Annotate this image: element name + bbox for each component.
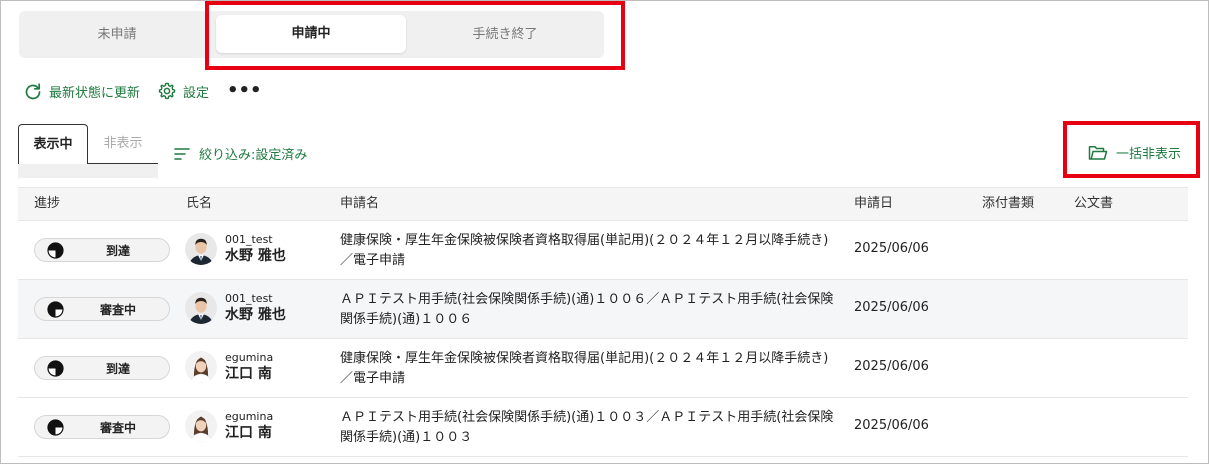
gear-icon bbox=[158, 82, 176, 100]
progress-pie-icon bbox=[47, 360, 64, 377]
person-cell: 001_test 水野 雅也 bbox=[185, 233, 286, 265]
visibility-tab-underbar bbox=[18, 164, 158, 178]
person-info: egumina 江口 南 bbox=[225, 351, 273, 383]
male-avatar-icon bbox=[185, 233, 217, 265]
table-row[interactable]: 到達 egumina 江口 南 健康保険・厚生年金保険被保険者資格取得届(単記用… bbox=[18, 339, 1188, 398]
tab-hidden[interactable]: 非表示 bbox=[88, 124, 158, 164]
refresh-button[interactable]: 最新状態に更新 bbox=[24, 82, 140, 101]
progress-cell: 到達 bbox=[34, 238, 170, 262]
user-name: 水野 雅也 bbox=[225, 248, 286, 264]
progress-cell: 審査中 bbox=[34, 297, 170, 321]
status-label: 審査中 bbox=[99, 420, 136, 435]
status-badge[interactable]: 到達 bbox=[34, 356, 170, 380]
table-header: 進捗 氏名 申請名 申請日 添付書類 公文書 bbox=[18, 187, 1188, 221]
application-date: 2025/06/06 bbox=[854, 359, 929, 374]
header-date: 申請日 bbox=[854, 196, 894, 211]
application-date: 2025/06/06 bbox=[854, 241, 929, 256]
application-date: 2025/06/06 bbox=[854, 300, 929, 315]
refresh-icon bbox=[25, 83, 41, 100]
application-name: 健康保険・厚生年金保険被保険者資格取得届(単記用)(２０２４年１２月以降手続き)… bbox=[340, 233, 829, 268]
status-label: 審査中 bbox=[99, 302, 136, 317]
status-badge[interactable]: 審査中 bbox=[34, 415, 170, 439]
male-avatar-icon bbox=[185, 292, 217, 324]
user-id: 001_test bbox=[225, 292, 273, 305]
status-label: 到達 bbox=[105, 243, 130, 258]
status-badge[interactable]: 到達 bbox=[34, 238, 170, 262]
status-label: 到達 bbox=[105, 361, 130, 376]
person-cell: 001_test 水野 雅也 bbox=[185, 292, 286, 324]
visibility-tab-group: 表示中 非表示 bbox=[18, 124, 158, 178]
settings-button[interactable]: 設定 bbox=[158, 82, 209, 101]
user-id: egumina bbox=[225, 410, 274, 423]
filter-label: 絞り込み:設定済み bbox=[199, 148, 308, 163]
progress-cell: 到達 bbox=[34, 356, 170, 380]
user-id: 001_test bbox=[225, 233, 273, 246]
tab-not-applied[interactable]: 未申請 bbox=[19, 11, 215, 58]
progress-cell: 審査中 bbox=[34, 415, 170, 439]
application-date: 2025/06/06 bbox=[854, 418, 929, 433]
progress-pie-icon bbox=[47, 301, 64, 318]
user-id: egumina bbox=[225, 351, 274, 364]
settings-label: 設定 bbox=[183, 85, 210, 101]
highlight-box-bulk-hide bbox=[1063, 121, 1200, 178]
table-row[interactable]: 到達 001_test 水野 雅也 健康保険・厚生年金保険被保険者資格取得届(単… bbox=[18, 221, 1188, 280]
filter-lines-icon bbox=[174, 147, 190, 160]
application-name: 健康保険・厚生年金保険被保険者資格取得届(単記用)(２０２４年１２月以降手続き)… bbox=[340, 351, 829, 386]
user-name: 江口 南 bbox=[225, 366, 272, 382]
header-progress: 進捗 bbox=[34, 196, 61, 211]
toolbar: 最新状態に更新 設定 ••• bbox=[24, 80, 262, 102]
person-info: 001_test 水野 雅也 bbox=[225, 233, 286, 265]
header-attachments: 添付書類 bbox=[982, 196, 1035, 211]
table-row[interactable]: 審査中 egumina 江口 南 ＡＰＩテスト用手続(社会保険関係手続)(通)１… bbox=[18, 398, 1188, 457]
refresh-label: 最新状態に更新 bbox=[49, 85, 141, 101]
status-badge[interactable]: 審査中 bbox=[34, 297, 170, 321]
avatar bbox=[185, 410, 217, 442]
female-avatar-icon bbox=[185, 351, 217, 383]
avatar bbox=[185, 292, 217, 324]
table-row[interactable]: 審査中 001_test 水野 雅也 ＡＰＩテスト用手続(社会保険関係手続)(通… bbox=[18, 280, 1188, 339]
application-list-screen: 未申請 申請中 手続き終了 最新状態に更新 設定 ••• 表示中 非表示 絞り込… bbox=[0, 0, 1209, 464]
person-cell: egumina 江口 南 bbox=[185, 410, 273, 442]
person-cell: egumina 江口 南 bbox=[185, 351, 273, 383]
progress-pie-icon bbox=[47, 242, 64, 259]
filter-button[interactable]: 絞り込み:設定済み bbox=[174, 144, 307, 163]
avatar bbox=[185, 351, 217, 383]
tab-shown[interactable]: 表示中 bbox=[18, 124, 88, 164]
more-options-icon[interactable]: ••• bbox=[227, 82, 262, 100]
header-application: 申請名 bbox=[340, 196, 380, 211]
person-info: 001_test 水野 雅也 bbox=[225, 292, 286, 324]
highlight-box-tabs bbox=[205, 1, 625, 70]
application-table: 進捗 氏名 申請名 申請日 添付書類 公文書 到達 001_test 水野 雅也… bbox=[18, 187, 1188, 457]
application-name: ＡＰＩテスト用手続(社会保険関係手続)(通)１００６／ＡＰＩテスト用手続(社会保… bbox=[340, 292, 834, 327]
header-name: 氏名 bbox=[186, 196, 213, 211]
header-official-doc: 公文書 bbox=[1074, 196, 1114, 211]
user-name: 水野 雅也 bbox=[225, 307, 286, 323]
female-avatar-icon bbox=[185, 410, 217, 442]
avatar bbox=[185, 233, 217, 265]
progress-pie-icon bbox=[47, 419, 64, 436]
application-name: ＡＰＩテスト用手続(社会保険関係手続)(通)１００３／ＡＰＩテスト用手続(社会保… bbox=[340, 410, 834, 445]
user-name: 江口 南 bbox=[225, 425, 272, 441]
person-info: egumina 江口 南 bbox=[225, 410, 273, 442]
